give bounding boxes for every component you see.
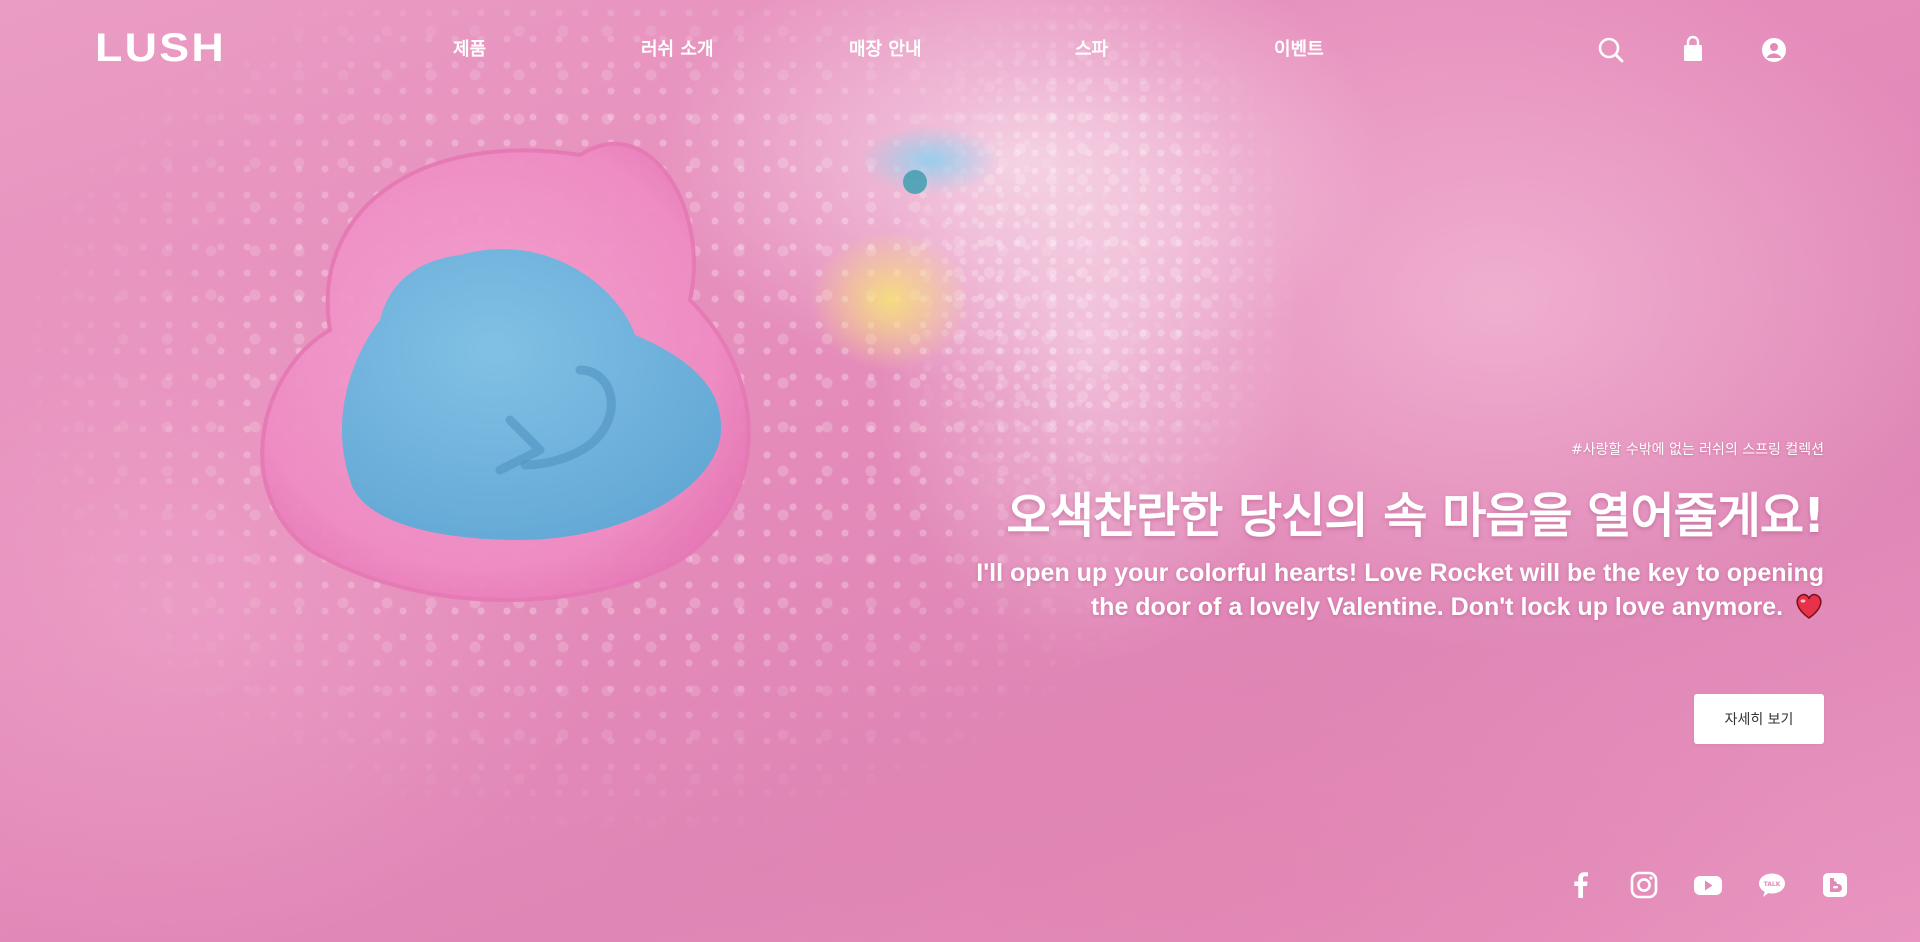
hero-subcopy-line2: the door of a lovely Valentine. Don't lo… (1090, 593, 1784, 621)
site-header: LUSH 제품 러쉬 소개 매장 안내 스파 이벤트 (0, 0, 1920, 100)
utility-menu (1594, 33, 1824, 67)
view-details-button[interactable]: 자세히 보기 (1694, 694, 1824, 744)
hero-subcopy: I'll open up your colorful hearts! Love … (884, 556, 1824, 624)
heart-emoji-icon (1794, 592, 1824, 620)
blog-icon[interactable] (1818, 868, 1852, 902)
instagram-icon[interactable] (1627, 868, 1661, 902)
nav-item-store-info[interactable]: 매장 안내 (849, 38, 922, 62)
shopping-bag-icon[interactable] (1676, 33, 1710, 67)
user-account-icon[interactable] (1757, 33, 1791, 67)
facebook-icon[interactable] (1564, 868, 1598, 902)
social-links: TALK (1524, 868, 1847, 902)
hero-headline: 오색찬란한 당신의 속 마음을 열어줄게요! (1006, 488, 1825, 544)
love-rocket-bath-bomb (260, 141, 751, 602)
hero-hashtag: #사랑할 수밖에 없는 러쉬의 스프링 컬렉션 (1571, 442, 1824, 458)
kakaotalk-icon[interactable]: TALK (1755, 868, 1789, 902)
svg-text:TALK: TALK (1764, 881, 1781, 888)
nav-item-about-lush[interactable]: 러쉬 소개 (641, 38, 714, 62)
nav-item-events[interactable]: 이벤트 (1274, 38, 1324, 62)
hero-copy: #사랑할 수밖에 없는 러쉬의 스프링 컬렉션 오색찬란한 당신의 속 마음을 … (884, 440, 1825, 624)
nav-item-spa[interactable]: 스파 (1075, 38, 1108, 62)
youtube-icon[interactable] (1691, 868, 1725, 902)
hero-subcopy-line1: I'll open up your colorful hearts! Love … (976, 559, 1824, 587)
nav-item-products[interactable]: 제품 (453, 38, 486, 62)
search-icon[interactable] (1594, 33, 1628, 67)
